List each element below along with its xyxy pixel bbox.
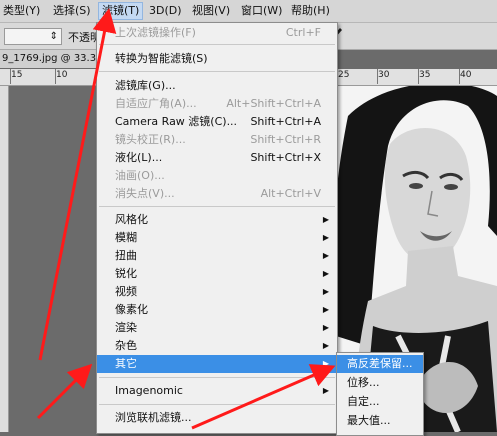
- menu-item-sharpen[interactable]: 锐化 ▶: [97, 265, 337, 283]
- submenu-item-maximum[interactable]: 最大值...: [337, 412, 423, 430]
- menu-separator: [99, 377, 335, 378]
- chevron-right-icon: ▶: [322, 287, 329, 296]
- ruler-tick: [10, 69, 11, 84]
- ruler-tick: [418, 69, 419, 84]
- chevron-right-icon: ▶: [322, 386, 329, 395]
- submenu-item-label: 高反差保留...: [347, 357, 413, 370]
- menu-item-label: Camera Raw 滤镜(C)...: [115, 115, 238, 128]
- menu-item-label: 滤镜库(G)...: [115, 79, 176, 92]
- menu-item-browse-online-filters[interactable]: 浏览联机滤镜...: [97, 409, 337, 427]
- menu-item-label: 浏览联机滤镜...: [115, 411, 192, 424]
- menu-separator: [99, 71, 335, 72]
- chevron-right-icon: ▶: [322, 215, 329, 224]
- menu-separator: [99, 206, 335, 207]
- menu-3d[interactable]: 3D(D): [146, 3, 185, 19]
- menu-item-adaptive-wide-angle[interactable]: 自适应广角(A)... Alt+Shift+Ctrl+A: [97, 95, 337, 113]
- menu-item-blur[interactable]: 模糊 ▶: [97, 229, 337, 247]
- menu-select[interactable]: 选择(S): [50, 3, 94, 19]
- submenu-item-label: 位移...: [347, 376, 380, 389]
- chevron-right-icon: ▶: [322, 359, 329, 368]
- menu-item-label: 消失点(V)...: [115, 187, 175, 200]
- menu-item-label: 模糊: [115, 231, 137, 244]
- menu-item-label: 杂色: [115, 339, 137, 352]
- chevron-right-icon: ▶: [322, 269, 329, 278]
- menu-item-label: 锐化: [115, 267, 137, 280]
- ruler-tick-label: 15: [11, 70, 23, 80]
- menu-item-vanishing-point[interactable]: 消失点(V)... Alt+Ctrl+V: [97, 185, 337, 203]
- submenu-item-offset[interactable]: 位移...: [337, 374, 423, 392]
- menu-item-shortcut: Shift+Ctrl+R: [250, 133, 321, 146]
- menu-bar: 类型(Y) 选择(S) 滤镜(T) 3D(D) 视图(V) 窗口(W) 帮助(H…: [0, 0, 497, 23]
- filter-menu: 上次滤镜操作(F) Ctrl+F 转换为智能滤镜(S) 滤镜库(G)... 自适…: [96, 22, 338, 434]
- chevron-right-icon: ▶: [322, 233, 329, 242]
- menu-item-label: 上次滤镜操作(F): [115, 26, 196, 39]
- menu-item-stylize[interactable]: 风格化 ▶: [97, 211, 337, 229]
- menu-item-oil-paint[interactable]: 油画(O)...: [97, 167, 337, 185]
- menu-item-label: 镜头校正(R)...: [115, 133, 186, 146]
- chevron-right-icon: ▶: [322, 341, 329, 350]
- menu-item-liquify[interactable]: 液化(L)... Shift+Ctrl+X: [97, 149, 337, 167]
- menu-item-label: 油画(O)...: [115, 169, 165, 182]
- ruler-tick-label: 25: [338, 70, 350, 80]
- ruler-tick-label: 35: [419, 70, 431, 80]
- chevron-right-icon: ▶: [322, 305, 329, 314]
- menu-item-imagenomic[interactable]: Imagenomic ▶: [97, 382, 337, 400]
- vertical-ruler: [0, 86, 9, 432]
- menu-item-shortcut: Ctrl+F: [285, 26, 321, 39]
- menu-separator: [99, 44, 335, 45]
- menu-help[interactable]: 帮助(H): [288, 3, 333, 19]
- menu-item-other[interactable]: 其它 ▶: [97, 355, 337, 373]
- mode-select[interactable]: ⇕: [4, 28, 62, 45]
- menu-view[interactable]: 视图(V): [189, 3, 233, 19]
- ruler-tick: [459, 69, 460, 84]
- ruler-tick-label: 40: [460, 70, 472, 80]
- submenu-item-high-pass[interactable]: 高反差保留...: [337, 355, 423, 373]
- menu-item-shortcut: Alt+Ctrl+V: [260, 187, 321, 200]
- menu-item-video[interactable]: 视频 ▶: [97, 283, 337, 301]
- menu-item-label: Imagenomic: [115, 384, 183, 397]
- menu-item-lens-correction[interactable]: 镜头校正(R)... Shift+Ctrl+R: [97, 131, 337, 149]
- submenu-item-custom[interactable]: 自定...: [337, 393, 423, 411]
- updown-icon: ⇕: [49, 31, 58, 42]
- menu-item-label: 自适应广角(A)...: [115, 97, 197, 110]
- menu-item-render[interactable]: 渲染 ▶: [97, 319, 337, 337]
- chevron-right-icon: ▶: [322, 323, 329, 332]
- menu-item-pixelate[interactable]: 像素化 ▶: [97, 301, 337, 319]
- menu-item-label: 其它: [115, 357, 137, 370]
- menu-type[interactable]: 类型(Y): [0, 3, 43, 19]
- menu-item-label: 视频: [115, 285, 137, 298]
- menu-item-label: 风格化: [115, 213, 148, 226]
- menu-item-distort[interactable]: 扭曲 ▶: [97, 247, 337, 265]
- submenu-item-label: 自定...: [347, 395, 380, 408]
- menu-item-label: 像素化: [115, 303, 148, 316]
- menu-window[interactable]: 窗口(W): [238, 3, 285, 19]
- menu-item-label: 渲染: [115, 321, 137, 334]
- ruler-tick: [55, 69, 56, 84]
- other-submenu: 高反差保留... 位移... 自定... 最大值...: [336, 352, 424, 436]
- menu-item-last-filter[interactable]: 上次滤镜操作(F) Ctrl+F: [97, 24, 337, 42]
- ruler-tick: [377, 69, 378, 84]
- menu-item-label: 转换为智能滤镜(S): [115, 52, 208, 65]
- menu-item-shortcut: Shift+Ctrl+A: [250, 115, 321, 128]
- menu-item-convert-smart-filter[interactable]: 转换为智能滤镜(S): [97, 50, 337, 68]
- ruler-tick-label: 30: [378, 70, 390, 80]
- document-tab-title: 9_1769.jpg @ 33.3%: [2, 53, 106, 64]
- submenu-item-label: 最大值...: [347, 414, 391, 427]
- chevron-right-icon: ▶: [322, 251, 329, 260]
- menu-item-camera-raw[interactable]: Camera Raw 滤镜(C)... Shift+Ctrl+A: [97, 113, 337, 131]
- menu-item-label: 液化(L)...: [115, 151, 163, 164]
- menu-item-shortcut: Alt+Shift+Ctrl+A: [226, 97, 321, 110]
- menu-filter[interactable]: 滤镜(T): [98, 2, 144, 20]
- ruler-tick-label: 10: [56, 70, 68, 80]
- menu-item-label: 扭曲: [115, 249, 137, 262]
- menu-item-noise[interactable]: 杂色 ▶: [97, 337, 337, 355]
- menu-separator: [99, 404, 335, 405]
- menu-item-shortcut: Shift+Ctrl+X: [250, 151, 321, 164]
- menu-item-filter-gallery[interactable]: 滤镜库(G)...: [97, 77, 337, 95]
